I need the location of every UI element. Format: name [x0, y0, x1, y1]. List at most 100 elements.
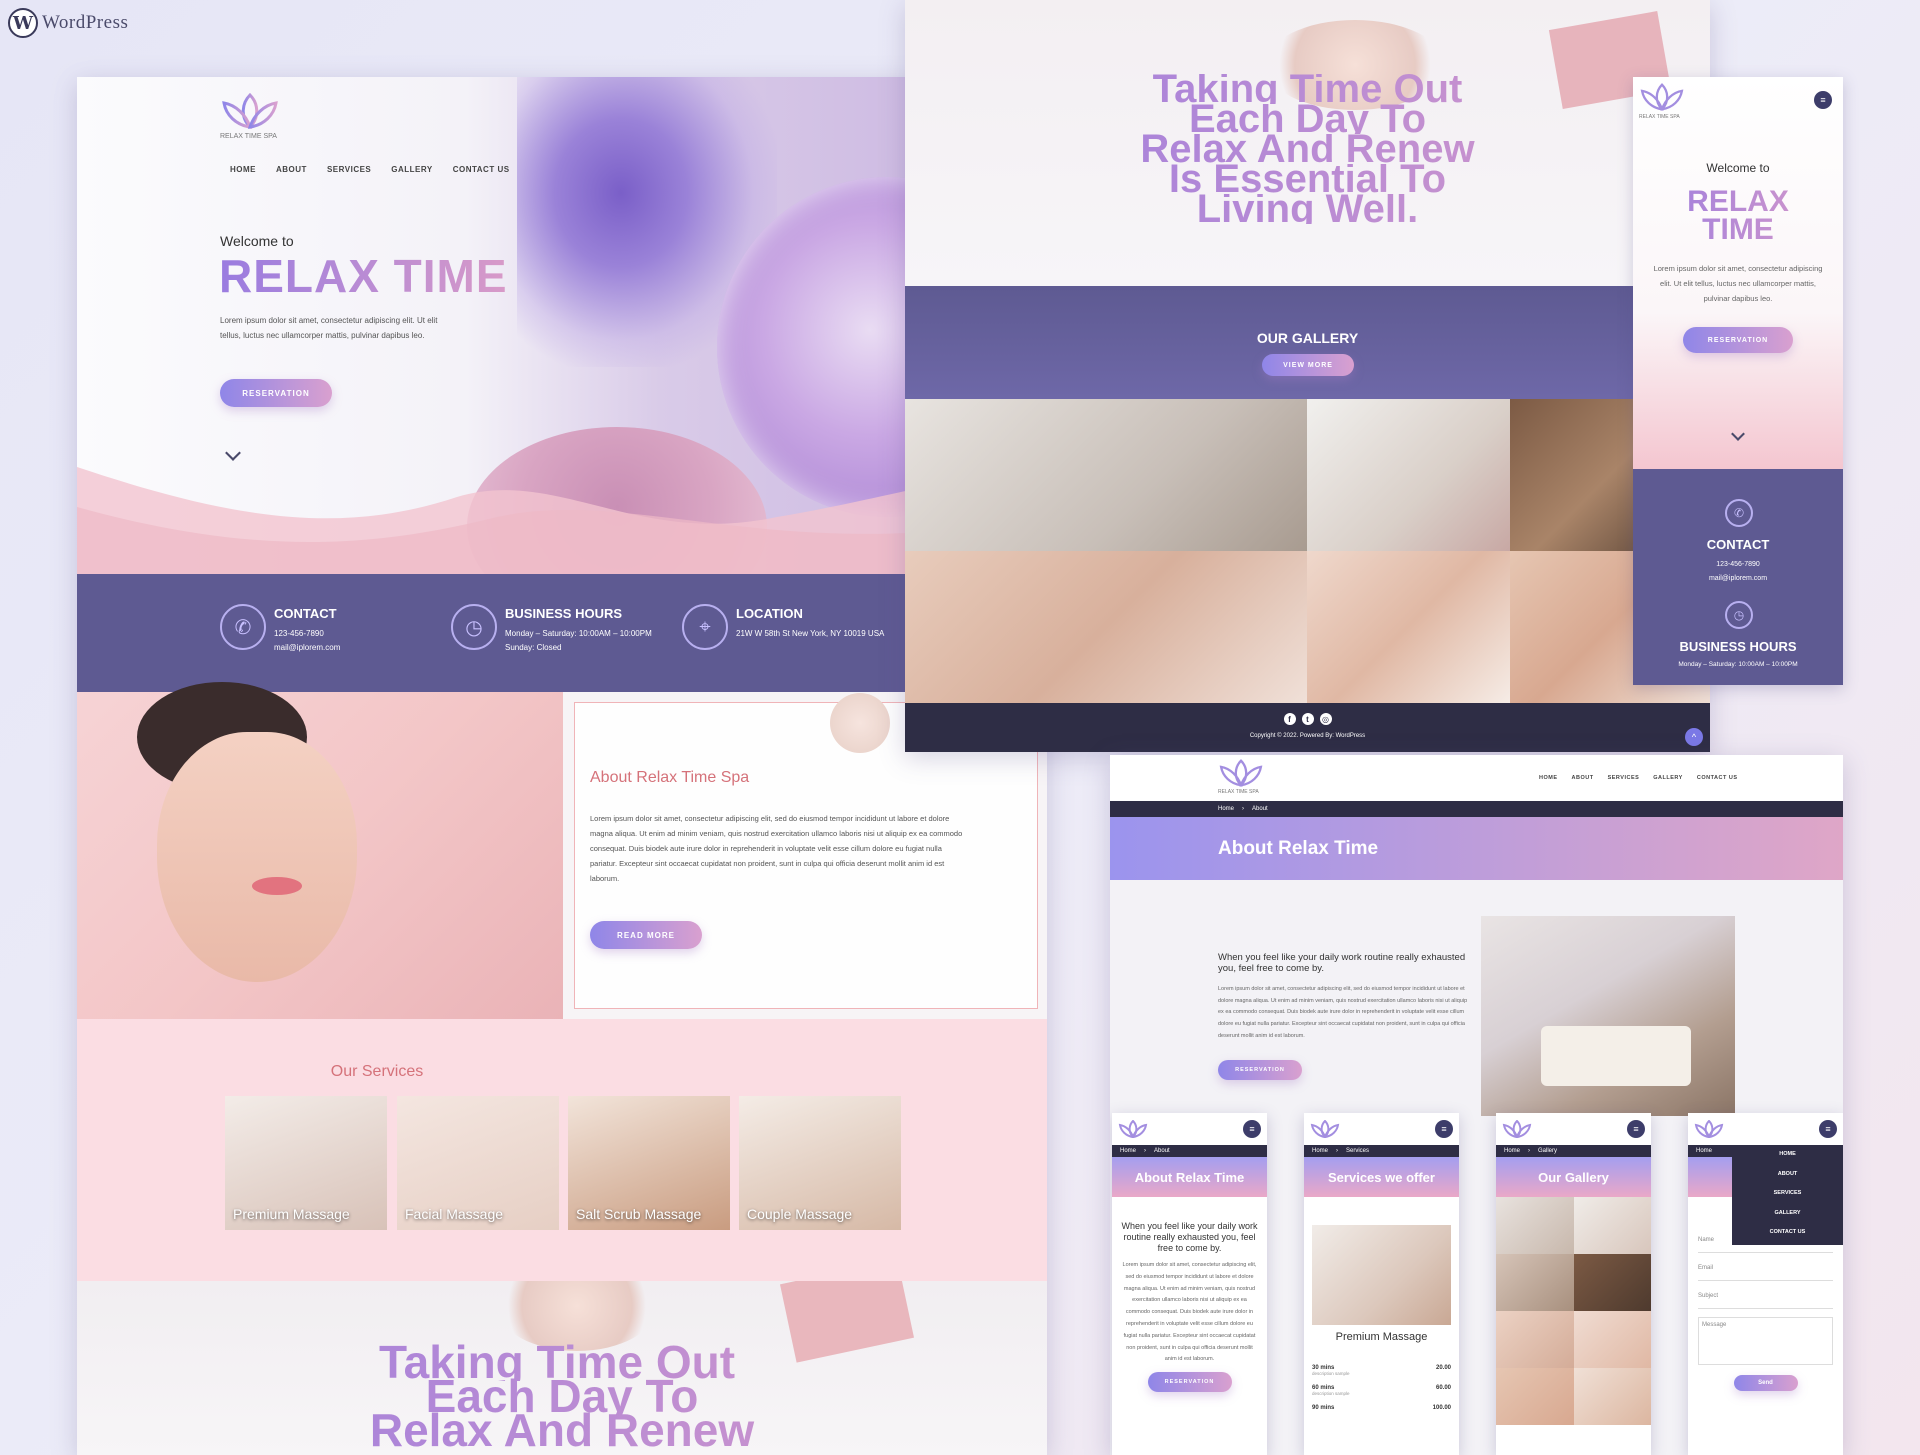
- about-page-title: About Relax Time: [1218, 838, 1379, 859]
- gallery-title: OUR GALLERY: [1256, 330, 1359, 346]
- instagram-icon[interactable]: ◎: [1319, 713, 1332, 725]
- nav-contact[interactable]: CONTACT US: [453, 165, 510, 174]
- service-label: Facial Massage: [405, 1206, 504, 1222]
- hamburger-menu-icon[interactable]: ≡: [1819, 1120, 1837, 1138]
- menu-item-contact[interactable]: CONTACT US: [1732, 1229, 1843, 1249]
- gallery-thumb[interactable]: [1573, 1197, 1651, 1254]
- nav-gallery[interactable]: GALLERY: [1653, 775, 1683, 781]
- breadcrumb: Home › Services: [1304, 1145, 1459, 1157]
- spa-logo-icon: [1118, 1120, 1148, 1138]
- service-card-salt-scrub[interactable]: Salt Scrub Massage: [568, 1096, 730, 1230]
- gallery-thumb[interactable]: [1573, 1311, 1651, 1368]
- hero-reservation-button[interactable]: RESERVATION: [220, 379, 332, 407]
- nav-home[interactable]: HOME: [1539, 775, 1558, 781]
- breadcrumb-home[interactable]: Home: [1218, 806, 1234, 812]
- service-label: Couple Massage: [747, 1206, 853, 1222]
- gallery-image-towels[interactable]: [1307, 399, 1510, 551]
- gallery-thumb[interactable]: [1573, 1254, 1651, 1311]
- mobile-gallery-title: Our Gallery: [1496, 1157, 1651, 1197]
- price-row: 90 mins 100.00: [1312, 1405, 1451, 1411]
- price-desc: description sample: [1312, 1391, 1350, 1396]
- desktop-about-page: RELAX TIME SPA HOME ABOUT SERVICES GALLE…: [1110, 755, 1843, 1455]
- contact-phone[interactable]: 123-456-7890: [274, 629, 340, 638]
- wordpress-logo: W WordPress: [8, 8, 128, 38]
- price-desc: description sample: [1312, 1371, 1350, 1376]
- breadcrumb-current: Services: [1346, 1148, 1370, 1154]
- breadcrumb-separator-icon: ›: [1528, 1148, 1531, 1154]
- service-card-couple[interactable]: Couple Massage: [739, 1096, 901, 1230]
- menu-item-services[interactable]: SERVICES: [1732, 1190, 1843, 1210]
- facebook-icon[interactable]: f: [1283, 713, 1296, 725]
- email-field[interactable]: Email: [1698, 1261, 1833, 1281]
- mobile-hours-line1: Monday – Saturday: 10:00AM – 10:00PM: [1678, 661, 1798, 668]
- gallery-thumb[interactable]: [1496, 1311, 1574, 1368]
- send-button[interactable]: Send: [1733, 1375, 1798, 1391]
- mobile-header: ≡: [1688, 1113, 1843, 1145]
- desktop-gallery-page: Taking Time Out Each Day To Relax And Re…: [905, 0, 1710, 752]
- price-value: 20.00: [1435, 1365, 1451, 1371]
- about-page-lead: When you feel like your daily work routi…: [1218, 952, 1466, 974]
- nav-home[interactable]: HOME: [230, 165, 256, 174]
- nav-services[interactable]: SERVICES: [1608, 775, 1640, 781]
- gallery-thumb[interactable]: [1496, 1254, 1574, 1311]
- menu-item-home[interactable]: HOME: [1732, 1151, 1843, 1171]
- gallery-image-face-massage[interactable]: [1307, 551, 1510, 703]
- mobile-contact-email[interactable]: mail@iplorem.com: [1633, 575, 1843, 582]
- nav-about[interactable]: ABOUT: [1572, 775, 1594, 781]
- mobile-about-title: About Relax Time: [1112, 1157, 1267, 1197]
- quote-line-3: Relax And Renew: [77, 1407, 1047, 1453]
- menu-item-about[interactable]: ABOUT: [1732, 1171, 1843, 1191]
- nav-services[interactable]: SERVICES: [327, 165, 371, 174]
- breadcrumb-home[interactable]: Home: [1120, 1148, 1136, 1154]
- breadcrumb-current: About: [1154, 1148, 1170, 1154]
- scroll-down-chevron-icon[interactable]: [1731, 427, 1745, 441]
- service-label: Salt Scrub Massage: [576, 1206, 702, 1222]
- mobile-services-title: Services we offer: [1304, 1157, 1459, 1197]
- hamburger-menu-icon[interactable]: ≡: [1814, 91, 1832, 109]
- back-to-top-icon[interactable]: ^: [1685, 728, 1703, 746]
- breadcrumb-home[interactable]: Home: [1504, 1148, 1520, 1154]
- breadcrumb-home[interactable]: Home: [1312, 1148, 1328, 1154]
- mobile-header: ≡: [1496, 1113, 1651, 1145]
- gallery-image-spa-bed[interactable]: [905, 399, 1307, 551]
- mobile-reservation-button[interactable]: RESERVATION: [1683, 327, 1793, 353]
- clock-icon: ◷: [1725, 601, 1753, 629]
- about-page-nav: HOME ABOUT SERVICES GALLERY CONTACT US: [1539, 775, 1738, 781]
- contact-email[interactable]: mail@iplorem.com: [274, 643, 340, 652]
- subject-field[interactable]: Subject: [1698, 1289, 1833, 1309]
- hamburger-menu-icon[interactable]: ≡: [1435, 1120, 1453, 1138]
- mobile-info: ✆ CONTACT 123-456-7890 mail@iplorem.com …: [1633, 469, 1843, 685]
- gallery-image-back-massage[interactable]: [905, 551, 1307, 703]
- service-card-premium[interactable]: Premium Massage: [225, 1096, 387, 1230]
- site-footer: f t ◎ Copyright © 2022. Powered By: Word…: [905, 703, 1710, 752]
- nav-about[interactable]: ABOUT: [276, 165, 307, 174]
- spa-logo-icon: [1219, 759, 1263, 787]
- info-bar: ✆ CONTACT 123-456-7890 mail@iplorem.com …: [77, 574, 1047, 692]
- nav-gallery[interactable]: GALLERY: [391, 165, 432, 174]
- hamburger-menu-icon[interactable]: ≡: [1627, 1120, 1645, 1138]
- mobile-dropdown-menu: HOME ABOUT SERVICES GALLERY CONTACT US: [1732, 1145, 1843, 1245]
- nav-contact[interactable]: CONTACT US: [1697, 775, 1738, 781]
- mobile-contact-phone[interactable]: 123-456-7890: [1633, 561, 1843, 568]
- phone-icon: ✆: [1725, 499, 1753, 527]
- hamburger-menu-icon[interactable]: ≡: [1243, 1120, 1261, 1138]
- mobile-about-reservation-button[interactable]: RESERVATION: [1147, 1372, 1232, 1393]
- hero-section: RELAX TIME SPA HOME ABOUT SERVICES GALLE…: [77, 77, 1047, 574]
- menu-item-gallery[interactable]: GALLERY: [1732, 1210, 1843, 1230]
- breadcrumb-home[interactable]: Home: [1696, 1148, 1712, 1154]
- service-card-facial[interactable]: Facial Massage: [397, 1096, 559, 1230]
- gallery-thumb[interactable]: [1573, 1368, 1651, 1425]
- twitter-icon[interactable]: t: [1301, 713, 1314, 725]
- view-more-button[interactable]: VIEW MORE: [1262, 354, 1354, 376]
- message-field[interactable]: Message: [1698, 1317, 1833, 1365]
- clock-icon: ◷: [451, 604, 497, 650]
- mobile-welcome: Welcome to: [1706, 161, 1770, 175]
- gallery-thumb[interactable]: [1496, 1368, 1574, 1425]
- gallery-thumb[interactable]: [1496, 1197, 1574, 1254]
- mobile-header: ≡: [1112, 1113, 1267, 1145]
- about-page-banner: About Relax Time: [1110, 817, 1843, 880]
- about-page-reservation-button[interactable]: RESERVATION: [1218, 1060, 1302, 1080]
- price-value: 60.00: [1435, 1385, 1451, 1391]
- mobile-about-page: ≡ Home › About About Relax Time When you f…: [1112, 1113, 1267, 1455]
- read-more-button[interactable]: READ MORE: [590, 921, 702, 949]
